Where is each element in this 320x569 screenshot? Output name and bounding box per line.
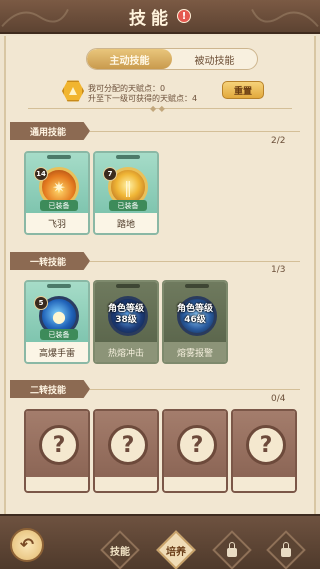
question-mark-icon: ? <box>39 425 79 465</box>
skill-type-tabs: 主动技能 被动技能 <box>86 48 258 70</box>
locked-skill-slot[interactable]: ? <box>24 409 90 493</box>
section-header-first-class: 一转技能 <box>10 252 310 270</box>
level-requirement: 角色等级 38级 <box>107 304 144 325</box>
section-count: 1/3 <box>271 265 286 275</box>
skill-name: 飞羽 <box>26 213 88 233</box>
section-line <box>90 131 300 132</box>
reset-button[interactable]: 重置 <box>222 81 264 99</box>
vine-decoration-left-icon <box>1 8 69 27</box>
section-header-second-class: 二转技能 <box>10 380 310 398</box>
vine-decoration-right-icon <box>251 8 319 27</box>
nav-locked-1[interactable] <box>212 530 252 569</box>
skill-card-feiyu[interactable]: ✷ 14 已装备 飞羽 <box>24 151 90 235</box>
skill-level-badge: 7 <box>103 167 117 181</box>
skill-card-fog-alarm[interactable]: 角色等级 46级 熔雾报警 <box>162 280 228 364</box>
nav-locked-2[interactable] <box>266 530 306 569</box>
lock-icon <box>227 541 237 557</box>
skill-card-tadi[interactable]: ‖ 7 已装备 踏地 <box>93 151 159 235</box>
card-footer <box>164 477 226 491</box>
divider-ornament-icon: ◆ ◆ <box>150 104 165 113</box>
level-requirement: 角色等级 46级 <box>176 304 213 325</box>
section-title: 二转技能 <box>10 380 90 398</box>
nav-label: 技能 <box>110 546 130 558</box>
section-line <box>90 389 300 390</box>
section-header-common: 通用技能 <box>10 122 310 140</box>
nav-train[interactable]: 培养 <box>156 530 196 569</box>
section-title: 通用技能 <box>10 122 90 140</box>
locked-skill-slot[interactable]: ? <box>162 409 228 493</box>
question-mark-icon: ? <box>177 425 217 465</box>
skill-name: 熔雾报警 <box>164 342 226 362</box>
card-clip <box>185 284 209 288</box>
tab-passive-skills[interactable]: 被动技能 <box>172 49 257 69</box>
section-title: 一转技能 <box>10 252 90 270</box>
skill-level-badge: 14 <box>34 167 48 181</box>
card-clip <box>116 155 140 159</box>
section-count: 2/2 <box>271 136 286 146</box>
locked-skill-slot[interactable]: ? <box>231 409 297 493</box>
card-footer <box>95 477 157 491</box>
info-icon[interactable]: ! <box>177 9 191 23</box>
equipped-badge: 已装备 <box>109 200 147 211</box>
back-arrow-icon[interactable]: ↶ <box>10 528 44 562</box>
card-footer <box>233 477 295 491</box>
skill-name: 踏地 <box>95 213 157 233</box>
skill-name: 高爆手雷 <box>26 342 88 362</box>
card-clip <box>47 284 71 288</box>
card-clip <box>47 155 71 159</box>
nav-label: 培养 <box>166 546 186 558</box>
section-count: 0/4 <box>271 394 286 404</box>
card-clip <box>116 284 140 288</box>
talent-next-level-text: 升至下一级可获得的天赋点：4 <box>88 94 198 103</box>
lock-icon <box>281 541 291 557</box>
skill-level-badge: 5 <box>34 296 48 310</box>
equipped-badge: 已装备 <box>40 329 78 340</box>
skill-card-heat-impact[interactable]: 角色等级 38级 热熔冲击 <box>93 280 159 364</box>
card-footer <box>26 477 88 491</box>
page-title: 技能 <box>129 8 173 29</box>
question-mark-icon: ? <box>246 425 286 465</box>
equipped-badge: 已装备 <box>40 200 78 211</box>
nav-skills[interactable]: 技能 <box>100 530 140 569</box>
question-mark-icon: ? <box>108 425 148 465</box>
locked-skill-slot[interactable]: ? <box>93 409 159 493</box>
tab-active-skills[interactable]: 主动技能 <box>87 49 172 69</box>
section-line <box>90 261 300 262</box>
skill-name: 热熔冲击 <box>95 342 157 362</box>
top-header: 技能 ! <box>0 0 320 34</box>
skill-card-grenade[interactable]: ● 5 已装备 高爆手雷 <box>24 280 90 364</box>
